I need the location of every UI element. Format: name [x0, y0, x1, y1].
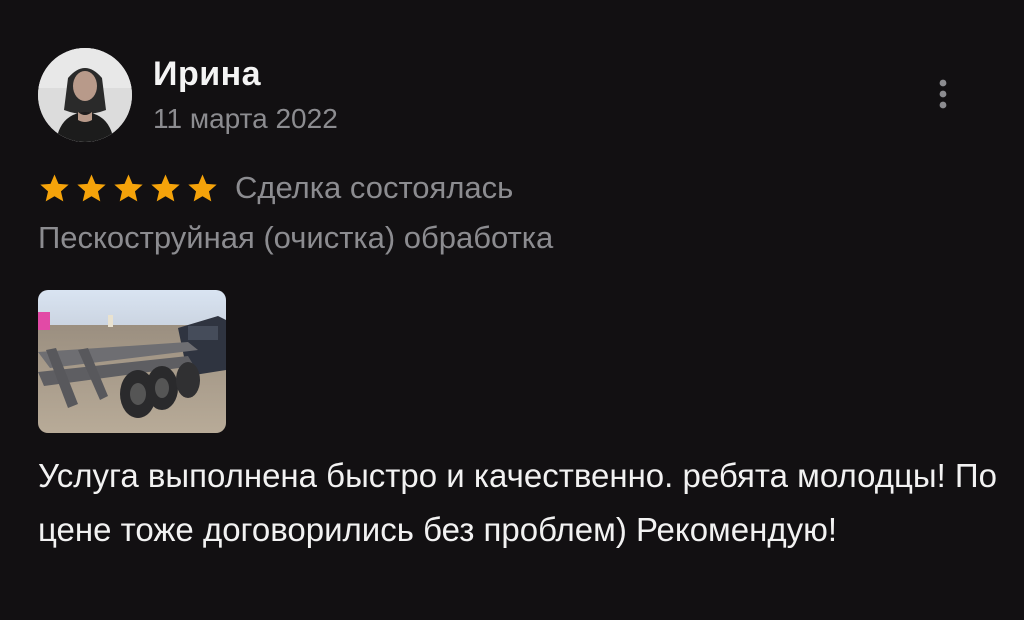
rating-row: Сделка состоялась — [38, 166, 513, 210]
truck-chassis-photo — [38, 290, 226, 433]
star-icon — [188, 173, 217, 201]
star-icon — [77, 173, 106, 201]
star-rating — [38, 172, 219, 205]
service-name: Пескоструйная (очистка) обработка — [38, 220, 554, 255]
review-text: Услуга выполнена быстро и качественно. р… — [38, 457, 997, 548]
star-icon — [151, 173, 180, 201]
more-options-button[interactable] — [928, 74, 958, 114]
star-icon — [40, 173, 69, 201]
deal-status: Сделка состоялась — [235, 170, 514, 205]
author-name[interactable]: Ирина — [153, 55, 261, 94]
review-date: 11 марта 2022 — [153, 103, 338, 134]
author-avatar[interactable] — [38, 48, 132, 142]
avatar-photo — [38, 48, 132, 142]
review-photo[interactable] — [38, 290, 226, 433]
more-vertical-icon — [939, 79, 947, 109]
star-icon — [114, 173, 143, 201]
